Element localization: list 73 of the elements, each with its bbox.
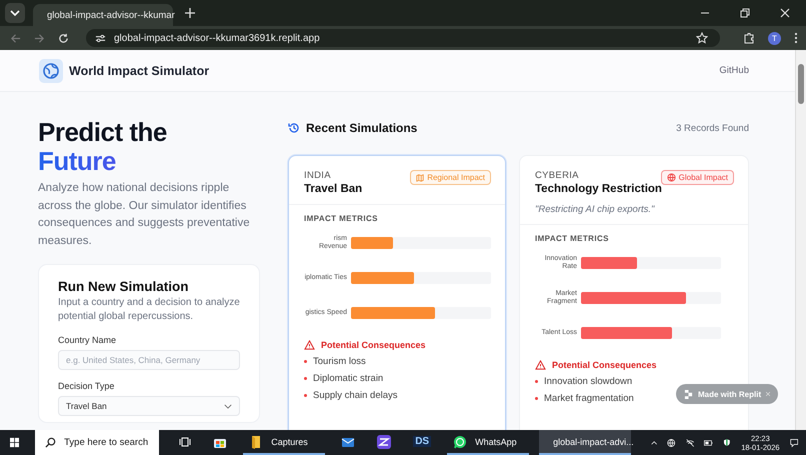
tab-list-icon[interactable]: [5, 3, 25, 23]
windows-logo-icon[interactable]: [10, 436, 20, 449]
history-icon: [288, 122, 300, 134]
decision-quote: "Restricting AI chip exports.": [535, 204, 656, 215]
back-icon[interactable]: [10, 32, 21, 44]
consequence-item: Innovation slowdown: [544, 376, 632, 387]
records-count: 3 Records Found: [676, 122, 749, 134]
decision-title: Technology Restriction: [535, 183, 661, 195]
restore-icon[interactable]: [740, 8, 750, 18]
taskbar-app[interactable]: global-impact-advi...: [539, 430, 632, 455]
globe-logo-icon: [39, 58, 63, 82]
star-icon[interactable]: [696, 32, 708, 44]
bullet-icon: [535, 380, 538, 383]
address-bar[interactable]: global-impact-advisor--kkumar3691k.replit.app: [86, 29, 720, 47]
wifi-off-icon[interactable]: [686, 436, 694, 448]
metrics-title: IMPACT METRICS: [535, 234, 610, 243]
decision-title: Travel Ban: [304, 183, 364, 195]
consequence-item: Supply chain delays: [313, 390, 398, 401]
brand-name: World Impact Simulator: [69, 64, 210, 78]
globe-icon: [666, 173, 676, 182]
consequence-item: Diplomatic strain: [313, 373, 384, 384]
taskbar-app[interactable]: DS: [407, 430, 438, 455]
consequences-title: Potential Consequences: [321, 340, 426, 350]
consequence-item: Tourism loss: [313, 356, 366, 367]
chat-bubble-icon: [453, 434, 468, 448]
country-input[interactable]: e.g. United States, China, Germany: [58, 350, 240, 370]
taskbar-search-field[interactable]: Type here to search: [35, 430, 160, 455]
scope-badge: Global Impact: [660, 170, 734, 185]
hero-description: Analyze how national decisions ripple across the globe. Our simulator identifies consequences and suggests preventative measures.: [38, 181, 251, 248]
warning-icon: [535, 360, 546, 370]
map-icon: [416, 174, 424, 182]
consequence-item: Market fragmentation: [544, 393, 634, 404]
section-title: Recent Simulations: [306, 121, 418, 135]
browser-tab[interactable]: global-impact-advisor--kkumar: [33, 4, 173, 26]
bullet-icon: [304, 377, 307, 380]
extensions-icon[interactable]: [743, 32, 755, 44]
forward-icon[interactable]: [34, 32, 45, 44]
field-label: Country Name: [58, 335, 118, 345]
form-title: Run New Simulation: [58, 279, 190, 294]
consequences-title: Potential Consequences: [552, 360, 657, 370]
menu-icon[interactable]: [794, 32, 798, 44]
bullet-icon: [304, 360, 307, 363]
scrollbar[interactable]: [795, 50, 806, 430]
scope-badge: Regional Impact: [410, 170, 491, 185]
bullet-icon: [535, 397, 538, 400]
reload-icon[interactable]: [58, 32, 69, 44]
field-label: Decision Type: [58, 381, 116, 391]
globe-icon[interactable]: [667, 436, 676, 448]
notification-icon[interactable]: [790, 436, 798, 448]
warning-icon: [304, 340, 315, 350]
github-link[interactable]: GitHub: [719, 65, 749, 76]
new-tab-icon[interactable]: [185, 8, 195, 18]
profile-avatar[interactable]: T: [768, 32, 781, 44]
task-view-icon: [179, 436, 192, 448]
taskbar-app[interactable]: Captures: [243, 430, 326, 455]
decision-select[interactable]: Travel Ban: [58, 396, 240, 416]
app-logo: DS: [413, 436, 432, 447]
chevron-up-icon[interactable]: [651, 440, 658, 446]
bullet-icon: [304, 394, 307, 397]
search-icon: [45, 437, 56, 448]
app-icon: [377, 434, 392, 448]
metrics-title: IMPACT METRICS: [304, 214, 379, 223]
battery-icon[interactable]: [704, 438, 714, 446]
shield-icon[interactable]: [723, 437, 732, 448]
taskbar-app[interactable]: WhatsApp: [447, 430, 530, 455]
hero-title: Predict the: [38, 118, 168, 147]
form-subtitle: Input a country and a decision to analyze potential global repercussions.: [58, 296, 240, 324]
close-window-icon[interactable]: [780, 8, 790, 18]
country-name: CYBERIA: [535, 170, 580, 181]
site-settings-icon[interactable]: [95, 32, 106, 44]
country-name: INDIA: [304, 170, 332, 181]
replit-logo-icon: [684, 390, 693, 398]
chevron-down-icon: [224, 404, 232, 408]
